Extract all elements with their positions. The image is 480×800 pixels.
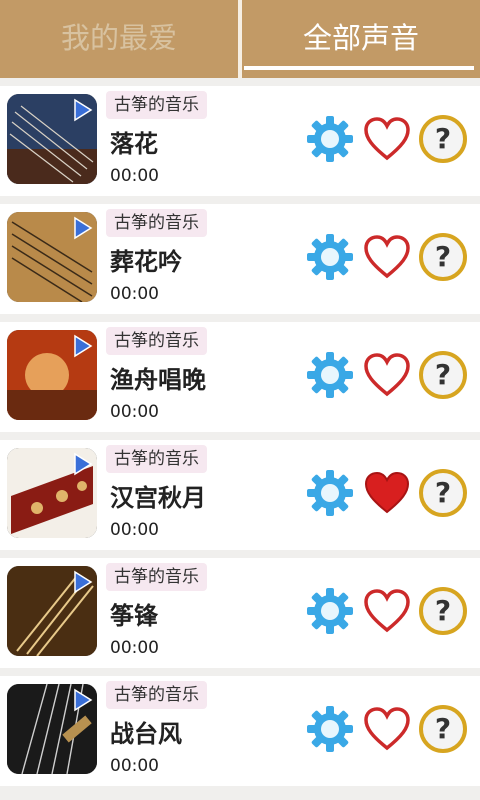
list-item[interactable]: 古筝的音乐 筝锋 00:00 ? [0, 558, 480, 668]
help-question-icon[interactable]: ? [418, 704, 468, 754]
guzheng-image-icon [7, 212, 97, 302]
settings-gear-icon[interactable] [305, 468, 355, 518]
help-question-icon[interactable]: ? [418, 114, 468, 164]
guzheng-image-icon [7, 566, 97, 656]
favorite-heart-icon[interactable] [362, 350, 412, 400]
favorite-heart-icon[interactable] [362, 586, 412, 636]
guzheng-thumbnail[interactable] [7, 448, 97, 538]
category-tag: 古筝的音乐 [106, 445, 207, 473]
tab-all-sounds[interactable]: 全部声音 [242, 0, 480, 72]
settings-gear-icon[interactable] [305, 114, 355, 164]
guzheng-image-icon [7, 330, 97, 420]
track-duration: 00:00 [110, 284, 159, 304]
guzheng-image-icon [7, 94, 97, 184]
track-title[interactable]: 筝锋 [110, 596, 158, 631]
svg-text:?: ? [435, 476, 451, 509]
list-item[interactable]: 古筝的音乐 汉宫秋月 00:00 ? [0, 440, 480, 550]
tab-bar: 我的最爱 全部声音 [0, 0, 480, 78]
svg-text:?: ? [435, 240, 451, 273]
guzheng-thumbnail[interactable] [7, 94, 97, 184]
guzheng-thumbnail[interactable] [7, 566, 97, 656]
svg-text:?: ? [435, 594, 451, 627]
guzheng-thumbnail[interactable] [7, 330, 97, 420]
tab-favorites[interactable]: 我的最爱 [0, 0, 238, 72]
list-item[interactable]: 古筝的音乐 渔舟唱晚 00:00 ? [0, 322, 480, 432]
list-item[interactable]: 古筝的音乐 战台风 00:00 ? [0, 676, 480, 786]
favorite-heart-icon[interactable] [362, 114, 412, 164]
track-duration: 00:00 [110, 520, 159, 540]
track-duration: 00:00 [110, 166, 159, 186]
favorite-heart-icon[interactable] [362, 704, 412, 754]
list-item[interactable]: 古筝的音乐 落花 00:00 ? [0, 86, 480, 196]
category-tag: 古筝的音乐 [106, 563, 207, 591]
track-title[interactable]: 葬花吟 [110, 242, 182, 277]
settings-gear-icon[interactable] [305, 232, 355, 282]
help-question-icon[interactable]: ? [418, 232, 468, 282]
svg-text:?: ? [435, 358, 451, 391]
track-duration: 00:00 [110, 638, 159, 658]
guzheng-thumbnail[interactable] [7, 684, 97, 774]
category-tag: 古筝的音乐 [106, 209, 207, 237]
track-duration: 00:00 [110, 402, 159, 422]
settings-gear-icon[interactable] [305, 586, 355, 636]
favorite-heart-icon[interactable] [362, 232, 412, 282]
category-tag: 古筝的音乐 [106, 91, 207, 119]
track-title[interactable]: 渔舟唱晚 [110, 360, 206, 395]
guzheng-thumbnail[interactable] [7, 212, 97, 302]
active-tab-indicator [244, 66, 474, 70]
track-duration: 00:00 [110, 756, 159, 776]
track-title[interactable]: 落花 [110, 124, 158, 159]
guzheng-image-icon [7, 448, 97, 538]
svg-text:?: ? [435, 712, 451, 745]
sound-list[interactable]: 古筝的音乐 落花 00:00 ? 古筝的音乐 葬花吟 00:00 ? 古筝的音乐… [0, 86, 480, 794]
help-question-icon[interactable]: ? [418, 350, 468, 400]
category-tag: 古筝的音乐 [106, 327, 207, 355]
category-tag: 古筝的音乐 [106, 681, 207, 709]
settings-gear-icon[interactable] [305, 704, 355, 754]
help-question-icon[interactable]: ? [418, 468, 468, 518]
track-title[interactable]: 战台风 [110, 714, 182, 749]
list-item[interactable]: 古筝的音乐 葬花吟 00:00 ? [0, 204, 480, 314]
track-title[interactable]: 汉宫秋月 [110, 478, 206, 513]
settings-gear-icon[interactable] [305, 350, 355, 400]
help-question-icon[interactable]: ? [418, 586, 468, 636]
svg-text:?: ? [435, 122, 451, 155]
favorite-heart-filled-icon[interactable] [362, 468, 412, 518]
guzheng-image-icon [7, 684, 97, 774]
